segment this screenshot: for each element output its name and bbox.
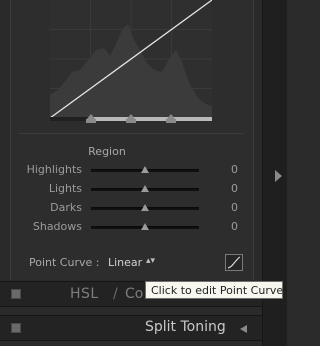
slider-thumb-shadows[interactable] [141, 223, 149, 230]
curve-histogram [49, 0, 213, 119]
collapse-arrow-icon[interactable] [240, 325, 247, 333]
slider-value-lights[interactable]: 0 [214, 182, 238, 195]
slider-value-highlights[interactable]: 0 [214, 163, 238, 176]
chevron-updown-icon[interactable]: ▴▾ [146, 256, 155, 267]
slider-label-highlights: Highlights [26, 163, 82, 176]
divider [18, 133, 244, 134]
point-curve-label: Point Curve : [29, 256, 100, 269]
slider-label-shadows: Shadows [32, 220, 82, 233]
slider-value-darks[interactable]: 0 [214, 201, 238, 214]
slider-thumb-lights[interactable] [141, 185, 149, 192]
curve-edit-icon[interactable] [225, 254, 243, 271]
slider-thumb-highlights[interactable] [141, 166, 149, 173]
curve-edit-glyph [227, 256, 241, 269]
tooltip: Click to edit Point Curve [145, 281, 283, 299]
hsl-tab[interactable]: HSL [70, 286, 99, 302]
slider-thumb-darks[interactable] [141, 204, 149, 211]
hsl-separator: / [113, 286, 118, 302]
highlights-split-handle-base [166, 119, 176, 123]
region-title: Region [88, 145, 126, 158]
tone-curve-graph[interactable] [49, 0, 213, 119]
split-toning-title[interactable]: Split Toning [145, 319, 226, 335]
slider-label-lights: Lights [48, 182, 82, 195]
slider-label-darks: Darks [50, 201, 82, 214]
right-panel-arrow-icon[interactable] [275, 170, 282, 182]
point-curve-select[interactable]: Linear [108, 256, 142, 269]
midtones-split-handle-base [126, 119, 136, 123]
color-tab[interactable]: Co [125, 286, 143, 302]
panel-toggle-icon[interactable] [11, 289, 21, 299]
slider-value-shadows[interactable]: 0 [214, 220, 238, 233]
panel-toggle-icon[interactable] [11, 323, 21, 333]
shadows-split-handle-base [86, 119, 96, 123]
